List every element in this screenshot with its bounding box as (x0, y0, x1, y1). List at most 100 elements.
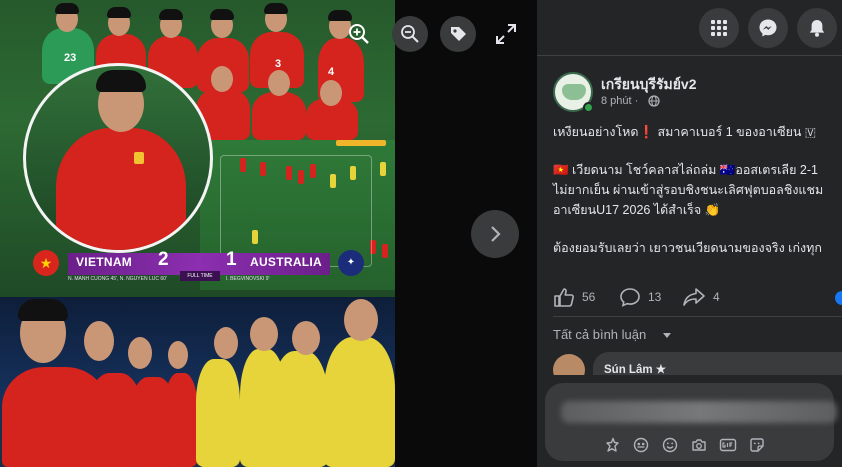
top-bar (537, 0, 842, 56)
like-count: 56 (582, 290, 596, 304)
player-hair (18, 299, 68, 321)
player-figure (196, 359, 240, 467)
jersey-number: 23 (64, 52, 77, 64)
zoom-out-button[interactable] (392, 16, 428, 52)
player-figure (272, 351, 328, 467)
messenger-button[interactable] (748, 8, 788, 48)
fullscreen-button[interactable] (494, 22, 518, 46)
next-photo-button[interactable] (471, 210, 519, 258)
gif-button[interactable] (719, 436, 737, 454)
full-time-label: FULL TIME (180, 271, 220, 281)
player-hair (107, 7, 131, 18)
vietnam-flag-icon: ★ (33, 250, 59, 276)
player-head (268, 70, 290, 96)
away-score: 1 (226, 249, 237, 270)
globe-icon (648, 95, 660, 107)
sticker-icon (750, 438, 764, 452)
player-hair (328, 10, 352, 21)
player-head (84, 321, 114, 361)
player-figure (324, 337, 395, 467)
player-head (292, 321, 320, 355)
player-head (214, 327, 238, 359)
player-head (344, 299, 378, 341)
grid-menu-icon (711, 20, 727, 36)
player-head (168, 341, 188, 369)
emoji-icon (662, 437, 678, 453)
post-text-line: 🇻🇳 เวียดนาม โชว์คลาสไล่ถล่ม 🇦🇺ออสเตรเลีย… (553, 163, 818, 177)
player-hair (55, 3, 79, 14)
jersey-number: 3 (275, 58, 282, 70)
avatar-icon (633, 437, 649, 453)
chevron-down-icon[interactable] (663, 333, 671, 338)
player-hair (159, 9, 183, 20)
home-team: VIETNAM (76, 255, 133, 269)
anthem-photo (0, 297, 395, 467)
away-scorers: I. BEGVINOVSKI 9' (226, 276, 270, 282)
section-divider (553, 316, 842, 317)
photo-viewer: 23 3 4 ★ VIETNAM 2 1 AUSTRALIA N. MANH C… (0, 0, 537, 467)
jersey-number: 4 (328, 66, 335, 78)
page-logo-watermark (336, 140, 386, 146)
bell-icon (809, 20, 825, 37)
comment-button[interactable]: 13 (619, 287, 661, 307)
avatar-sticker-icon (606, 437, 619, 452)
share-count: 4 (713, 290, 720, 304)
post-text-line: ต้องยอมรับเลยว่า เยาวชนเวียดนามของจริง เ… (553, 241, 822, 255)
sticker-button[interactable] (748, 436, 766, 454)
post-timestamp[interactable]: 8 phút · (601, 95, 638, 107)
away-team: AUSTRALIA (250, 255, 323, 269)
comment-input[interactable] (545, 383, 837, 461)
overflow-indicator (835, 291, 842, 305)
player-head (320, 80, 342, 106)
player-hair (210, 9, 234, 20)
comment-count: 13 (648, 290, 662, 304)
player-figure (164, 373, 198, 467)
like-icon (554, 288, 574, 307)
like-button[interactable]: 56 (553, 287, 595, 307)
player-hair (96, 70, 146, 92)
share-icon (683, 288, 705, 306)
blurred-input-text (561, 401, 837, 423)
reaction-bar: 56 13 4 (553, 287, 842, 309)
post-details-pane: เกรียนบุรีรัมย์v2 8 phút · เหงียนอย่างโห… (537, 0, 842, 467)
post-text-line: อาเซียนU17 2026 ได้สำเร็จ 👏 (553, 203, 721, 217)
player-head (211, 66, 233, 92)
menu-button[interactable] (699, 8, 739, 48)
fullscreen-icon (496, 24, 516, 44)
tag-icon (451, 27, 466, 41)
zoom-out-icon (401, 25, 419, 43)
player-head (128, 337, 152, 369)
player-figure (56, 128, 186, 250)
player-figure (252, 92, 306, 140)
player-closeup-circle (23, 63, 213, 253)
post-text-line: ไม่ยากเย็น ผ่านเข้าสู่รอบชิงชนะเลิศฟุตบอ… (553, 183, 824, 197)
page-name-link[interactable]: เกรียนบุรีรัมย์v2 (601, 74, 696, 96)
photo-button[interactable] (690, 436, 708, 454)
camera-icon (692, 439, 706, 451)
post-text-line: เหงียนอย่างโหด❗ สมาคาเบอร์ 1 ของอาเซียน … (553, 125, 816, 139)
avatar-sticker-button[interactable] (603, 436, 621, 454)
notifications-button[interactable] (797, 8, 837, 48)
australia-flag-icon: ✦ (338, 250, 364, 276)
player-head (250, 317, 278, 351)
player-hair (264, 3, 288, 14)
gif-icon (719, 438, 737, 452)
composer-tools (603, 436, 766, 454)
comment-icon (620, 288, 640, 307)
comment-composer (537, 375, 842, 467)
emoji-button[interactable] (661, 436, 679, 454)
commenter-name[interactable]: Sún Lâm ★ (604, 362, 666, 376)
scoreboard: ★ VIETNAM 2 1 AUSTRALIA N. MANH CUONG 45… (30, 248, 368, 284)
jersey-badge (134, 152, 144, 164)
facebook-photo-view: 23 3 4 ★ VIETNAM 2 1 AUSTRALIA N. MANH C… (0, 0, 842, 467)
messenger-icon (759, 19, 777, 37)
comment-filter-dropdown[interactable]: Tất cả bình luận (553, 327, 646, 342)
post-photo[interactable]: 23 3 4 ★ VIETNAM 2 1 AUSTRALIA N. MANH C… (0, 0, 395, 467)
avatar-button[interactable] (632, 436, 650, 454)
share-button[interactable]: 4 (682, 287, 720, 307)
home-scorers: N. MANH CUONG 45', N. NGUYEN LUC 60' (68, 276, 167, 282)
chevron-right-icon (491, 226, 501, 242)
zoom-in-icon[interactable] (348, 23, 370, 45)
online-status-dot (583, 102, 594, 113)
tag-button[interactable] (440, 16, 476, 52)
